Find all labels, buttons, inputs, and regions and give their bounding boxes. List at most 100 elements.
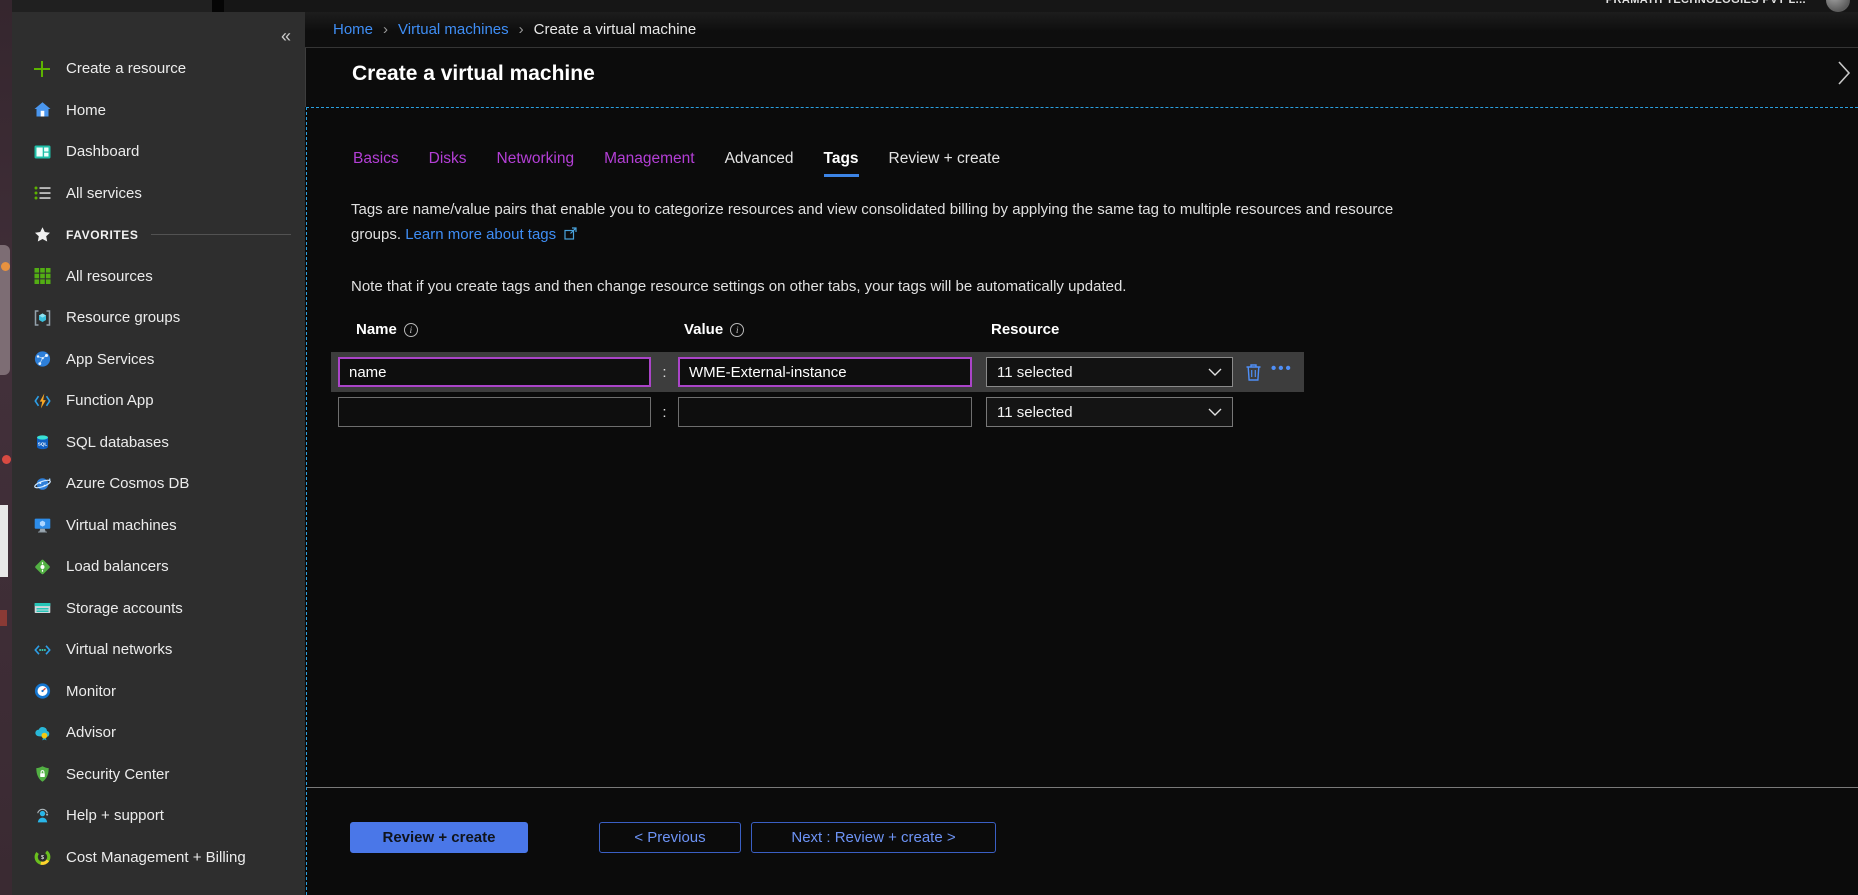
star-icon	[32, 225, 52, 245]
sidebar-item-sql-databases[interactable]: SQL SQL databases	[12, 422, 305, 464]
sidebar-item-label: App Services	[66, 351, 154, 368]
breadcrumb-separator-icon: ›	[383, 21, 388, 38]
breadcrumb-link-home[interactable]: Home	[333, 21, 373, 38]
tab-disks[interactable]: Disks	[429, 150, 467, 177]
desktop-fragment	[2, 455, 11, 464]
sidebar-collapse-icon[interactable]: «	[281, 26, 291, 47]
avatar[interactable]	[1826, 0, 1850, 12]
sidebar-item-label: Load balancers	[66, 558, 169, 575]
resource-dropdown-value: 11 selected	[997, 364, 1073, 381]
tags-description: Tags are name/value pairs that enable yo…	[351, 197, 1429, 248]
column-header-resource: Resource	[986, 321, 1233, 338]
tag-value-input[interactable]	[678, 357, 972, 387]
sidebar-item-storage-accounts[interactable]: Storage accounts	[12, 588, 305, 630]
tab-review-create[interactable]: Review + create	[889, 150, 1001, 177]
more-options-icon[interactable]: •••	[1271, 364, 1293, 380]
resource-dropdown[interactable]: 11 selected	[986, 357, 1233, 387]
monitor-icon	[32, 681, 52, 701]
resource-dropdown[interactable]: 11 selected	[986, 397, 1233, 427]
delete-row-icon[interactable]	[1245, 363, 1262, 382]
tags-table-header: Name i Value i Resource	[331, 321, 1304, 352]
sidebar-item-help-support[interactable]: Help + support	[12, 795, 305, 837]
info-icon[interactable]: i	[730, 323, 744, 337]
sidebar-item-label: Help + support	[66, 807, 164, 824]
sidebar-item-security-center[interactable]: Security Center	[12, 754, 305, 796]
sidebar-item-label: Azure Cosmos DB	[66, 475, 189, 492]
desktop-background-sliver	[0, 0, 12, 895]
sidebar-section-label: FAVORITES	[66, 228, 139, 242]
tag-row: : 11 selected	[331, 392, 1304, 432]
tab-basics[interactable]: Basics	[353, 150, 399, 177]
advisor-icon	[32, 723, 52, 743]
breadcrumb-link-virtual-machines[interactable]: Virtual machines	[398, 21, 509, 38]
desktop-fragment	[0, 505, 8, 577]
sidebar-item-azure-cosmos-db[interactable]: Azure Cosmos DB	[12, 463, 305, 505]
sidebar-item-function-app[interactable]: Function App	[12, 380, 305, 422]
name-value-separator: :	[651, 404, 678, 421]
portal-top-bar: PRAMATH TECHNOLOGIES PVT L...	[12, 0, 1858, 12]
column-header-value: Value i	[678, 321, 972, 338]
cosmos-db-icon	[32, 474, 52, 494]
sidebar-item-label: Security Center	[66, 766, 169, 783]
sidebar-item-dashboard[interactable]: Dashboard	[12, 131, 305, 173]
sidebar-item-label: Create a resource	[66, 60, 186, 77]
sidebar-item-label: SQL databases	[66, 434, 169, 451]
app-services-icon	[32, 349, 52, 369]
footer-actions: Review + create < Previous Next : Review…	[307, 822, 996, 853]
tab-networking[interactable]: Networking	[497, 150, 575, 177]
sidebar-item-label: Home	[66, 102, 106, 119]
footer-divider	[307, 787, 1858, 788]
sidebar-item-cost-management-billing[interactable]: $ Cost Management + Billing	[12, 837, 305, 879]
plus-icon	[32, 59, 52, 79]
sidebar-item-app-services[interactable]: App Services	[12, 339, 305, 381]
svg-text:SQL: SQL	[37, 442, 47, 447]
tag-value-input[interactable]	[678, 397, 972, 427]
main-content: Home › Virtual machines › Create a virtu…	[305, 12, 1858, 895]
sidebar-item-label: Function App	[66, 392, 154, 409]
tab-management[interactable]: Management	[604, 150, 694, 177]
virtual-machine-icon	[32, 515, 52, 535]
name-value-separator: :	[651, 364, 678, 381]
column-header-name: Name i	[338, 321, 651, 338]
sidebar-item-resource-groups[interactable]: Resource groups	[12, 297, 305, 339]
sidebar-item-create-a-resource[interactable]: Create a resource	[12, 48, 305, 90]
sidebar-nav-list: Create a resource Home Dashboard All ser…	[12, 12, 305, 878]
sql-database-icon: SQL	[32, 432, 52, 452]
svg-text:$: $	[40, 855, 43, 861]
sidebar-item-monitor[interactable]: Monitor	[12, 671, 305, 713]
row-actions: •••	[1233, 363, 1304, 382]
sidebar-item-label: Monitor	[66, 683, 116, 700]
security-center-icon	[32, 764, 52, 784]
tab-advanced[interactable]: Advanced	[725, 150, 794, 177]
tags-note: Note that if you create tags and then ch…	[351, 278, 1858, 295]
sidebar-item-all-services[interactable]: All services	[12, 173, 305, 215]
tag-name-input[interactable]	[338, 357, 651, 387]
breadcrumb-separator-icon: ›	[519, 21, 524, 38]
info-icon[interactable]: i	[404, 323, 418, 337]
virtual-network-icon	[32, 640, 52, 660]
sidebar-item-all-resources[interactable]: All resources	[12, 256, 305, 298]
sidebar-section-favorites: FAVORITES	[12, 214, 305, 256]
blade-expand-chevron-icon[interactable]	[1836, 60, 1852, 91]
previous-button[interactable]: < Previous	[599, 822, 741, 853]
next-button[interactable]: Next : Review + create >	[751, 822, 996, 853]
sidebar-item-virtual-machines[interactable]: Virtual machines	[12, 505, 305, 547]
tag-name-input[interactable]	[338, 397, 651, 427]
blade-title-bar: Create a virtual machine	[305, 48, 1858, 107]
desktop-fragment	[0, 610, 7, 626]
sidebar-item-home[interactable]: Home	[12, 90, 305, 132]
section-divider	[151, 234, 291, 235]
sidebar-item-load-balancers[interactable]: Load balancers	[12, 546, 305, 588]
sidebar-item-virtual-networks[interactable]: Virtual networks	[12, 629, 305, 671]
load-balancer-icon	[32, 557, 52, 577]
review-create-button[interactable]: Review + create	[350, 822, 528, 853]
tab-tags[interactable]: Tags	[824, 150, 859, 177]
grid-icon	[32, 266, 52, 286]
storage-icon	[32, 598, 52, 618]
sidebar-item-label: Dashboard	[66, 143, 139, 160]
sidebar-item-label: Virtual networks	[66, 641, 172, 658]
sidebar-item-advisor[interactable]: Advisor	[12, 712, 305, 754]
breadcrumb-current: Create a virtual machine	[534, 21, 697, 38]
learn-more-link[interactable]: Learn more about tags	[405, 226, 556, 243]
top-bar-segment	[12, 0, 212, 12]
